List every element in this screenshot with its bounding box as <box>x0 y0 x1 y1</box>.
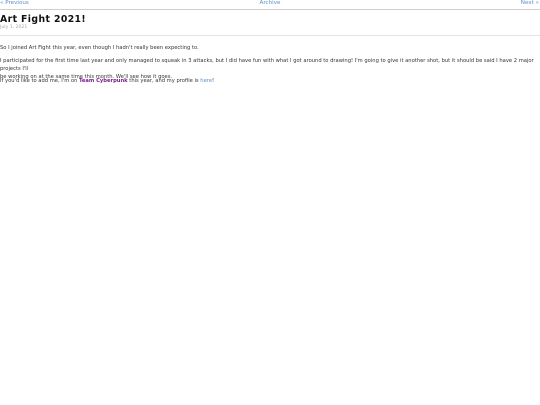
previous-post-link[interactable]: « Previous <box>0 0 29 6</box>
paragraph-text: If you'd like to add me, I'm on <box>0 78 80 84</box>
header-divider <box>0 35 540 36</box>
post-paragraph-profile: If you'd like to add me, I'm on Team Cyb… <box>0 77 540 85</box>
profile-link[interactable]: here <box>200 78 212 84</box>
paragraph-line: I participated for the first time last y… <box>0 58 534 72</box>
archive-link[interactable]: Archive <box>0 0 540 6</box>
top-divider <box>0 9 540 10</box>
post-paragraph-intro: So I joined Art Fight this year, even th… <box>0 45 199 51</box>
paragraph-text: ! <box>212 78 215 84</box>
team-cyberpunk-link[interactable]: Team Cyberpunk <box>79 78 128 84</box>
paragraph-text: this year, and my profile is <box>127 78 201 84</box>
post-navigation: Archive « Previous Next » <box>0 0 540 9</box>
post-date: July 1, 2021 <box>0 25 28 30</box>
next-post-link[interactable]: Next » <box>521 0 539 6</box>
